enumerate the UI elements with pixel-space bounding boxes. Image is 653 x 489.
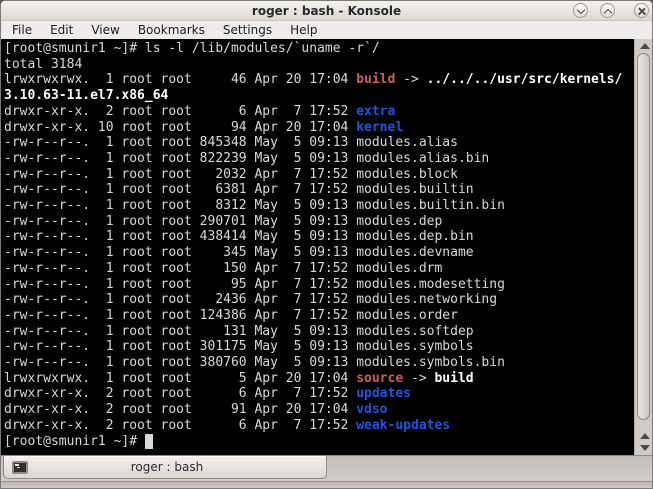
window-bottom-border — [1, 481, 652, 488]
terminal-line: -rw-r--r--. 1 root root 438414 May 5 09:… — [4, 229, 474, 245]
terminal-line: -rw-r--r--. 1 root root 95 Apr 7 17:52 m… — [4, 276, 505, 292]
terminal-line: -rw-r--r--. 1 root root 822239 May 5 09:… — [4, 150, 490, 166]
terminal-line: drwxr-xr-x. 10 root root 94 Apr 20 17:04… — [4, 119, 404, 135]
scroll-up-icon — [640, 433, 650, 439]
terminal-line: lrwxrwxrwx. 1 root root 46 Apr 20 17:04 … — [4, 72, 623, 88]
terminal-line: drwxr-xr-x. 2 root root 6 Apr 7 17:52 up… — [4, 386, 411, 402]
menu-item-view[interactable]: View — [82, 21, 128, 39]
scroll-up-icon — [640, 43, 650, 49]
scroll-down-button[interactable] — [636, 442, 651, 454]
menu-item-settings[interactable]: Settings — [214, 21, 281, 39]
menu-item-file[interactable]: File — [3, 21, 41, 39]
terminal-line: -rw-r--r--. 1 root root 845348 May 5 09:… — [4, 135, 458, 151]
title-bar[interactable]: roger : bash - Konsole — [1, 1, 652, 21]
minimize-button[interactable] — [573, 3, 588, 18]
terminal-line: 3.10.63-11.el7.x86_64 — [4, 88, 169, 104]
terminal-cursor — [144, 433, 153, 449]
terminal-line: -rw-r--r--. 1 root root 2032 Apr 7 17:52… — [4, 166, 458, 182]
main-area: [root@smunir1 ~]# ls -l /lib/modules/`un… — [1, 39, 652, 455]
terminal-line: [root@smunir1 ~]# ls -l /lib/modules/`un… — [4, 41, 380, 56]
scrollbar-track[interactable] — [636, 52, 651, 430]
scroll-up-button-top[interactable] — [636, 40, 651, 52]
tab-bar: roger : bash — [1, 455, 652, 481]
scrollbar — [634, 39, 652, 455]
menu-item-help[interactable]: Help — [281, 21, 326, 39]
scroll-down-icon — [640, 445, 650, 451]
chevron-down-icon — [576, 5, 585, 14]
terminal-line: -rw-r--r--. 1 root root 6381 Apr 7 17:52… — [4, 182, 474, 198]
window-buttons — [573, 3, 649, 18]
terminal-screen[interactable]: [root@smunir1 ~]# ls -l /lib/modules/`un… — [1, 39, 634, 455]
terminal-line: -rw-r--r--. 1 root root 150 Apr 7 17:52 … — [4, 260, 443, 276]
terminal-line: -rw-r--r--. 1 root root 380760 May 5 09:… — [4, 355, 505, 371]
terminal-line: -rw-r--r--. 1 root root 2436 Apr 7 17:52… — [4, 292, 498, 308]
terminal-line: -rw-r--r--. 1 root root 345 May 5 09:13 … — [4, 245, 474, 261]
menu-item-edit[interactable]: Edit — [41, 21, 82, 39]
window-title: roger : bash - Konsole — [251, 3, 402, 18]
chevron-up-icon — [603, 8, 612, 17]
menu-item-bookmarks[interactable]: Bookmarks — [129, 21, 214, 39]
terminal-line: [root@smunir1 ~]# — [4, 433, 634, 450]
tab-label: roger : bash — [130, 460, 204, 474]
terminal-tab-icon — [12, 460, 28, 474]
menu-bar: File Edit View Bookmarks Settings Help — [1, 21, 652, 39]
terminal-line: -rw-r--r--. 1 root root 124386 Apr 7 17:… — [4, 307, 458, 323]
konsole-window: roger : bash - Konsole File Edit View Bookm… — [0, 0, 653, 489]
terminal-line: -rw-r--r--. 1 root root 290701 May 5 09:… — [4, 213, 443, 229]
tab-roger-bash[interactable]: roger : bash — [3, 456, 327, 479]
terminal-line: -rw-r--r--. 1 root root 8312 May 5 09:13… — [4, 198, 505, 214]
terminal-line: drwxr-xr-x. 2 root root 6 Apr 7 17:52 ex… — [4, 103, 396, 119]
scrollbar-thumb[interactable] — [637, 53, 650, 420]
terminal-line: total 3184 — [4, 56, 83, 72]
scroll-up-button[interactable] — [636, 430, 651, 442]
maximize-button[interactable] — [600, 3, 615, 18]
terminal-line: -rw-r--r--. 1 root root 131 May 5 09:13 … — [4, 323, 474, 339]
close-button[interactable] — [634, 3, 649, 18]
terminal-line: drwxr-xr-x. 2 root root 91 Apr 20 17:04 … — [4, 402, 388, 418]
terminal-line: -rw-r--r--. 1 root root 301175 May 5 09:… — [4, 339, 474, 355]
terminal-line: drwxr-xr-x. 2 root root 6 Apr 7 17:52 we… — [4, 417, 451, 433]
terminal-line: lrwxrwxrwx. 1 root root 5 Apr 20 17:04 s… — [4, 370, 474, 386]
